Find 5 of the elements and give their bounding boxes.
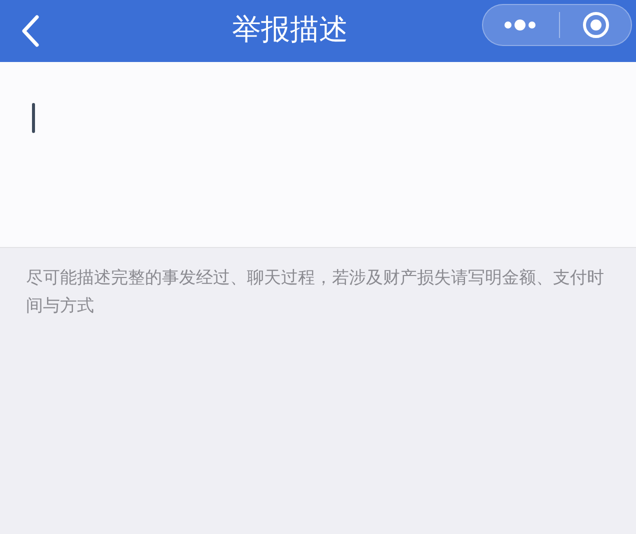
more-icon[interactable] [503,18,537,32]
hint-text: 尽可能描述完整的事发经过、聊天过程，若涉及财产损失请写明金额、支付时间与方式 [26,267,605,318]
page-title: 举报描述 [231,11,349,48]
description-field[interactable] [0,62,636,248]
close-icon[interactable] [582,11,610,39]
